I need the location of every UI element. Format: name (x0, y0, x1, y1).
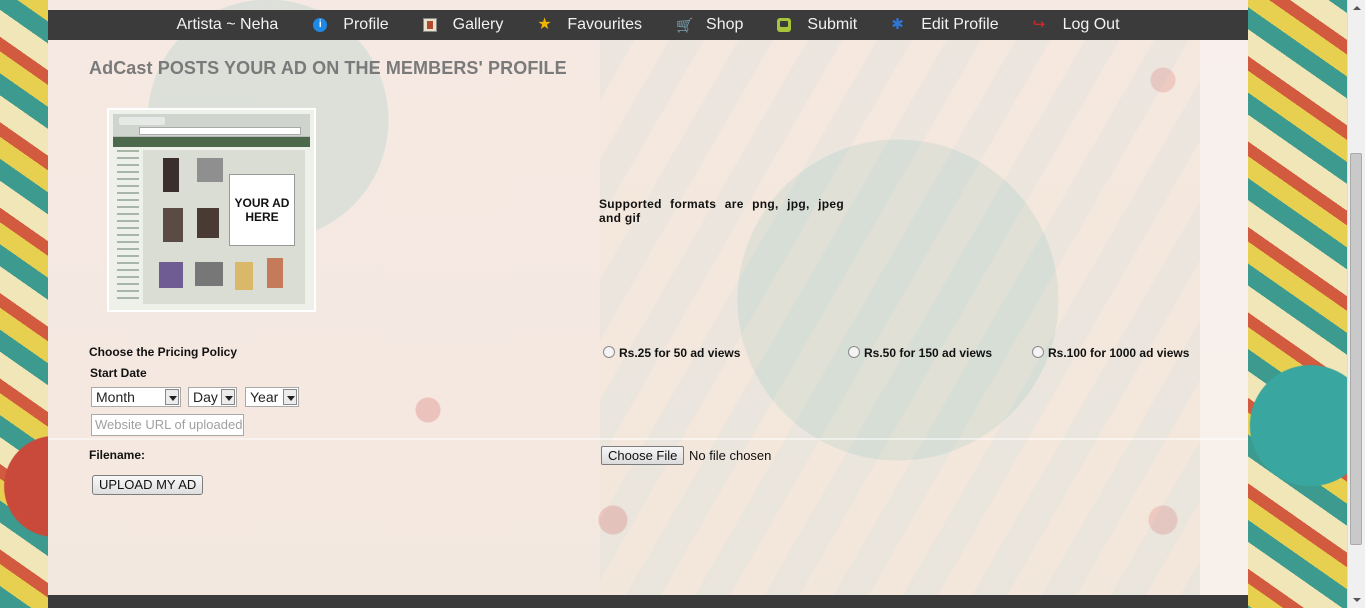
day-select-value: Day (193, 389, 218, 405)
upload-ad-button[interactable]: UPLOAD MY AD (92, 475, 204, 495)
shop-cart-icon: 🛒 (676, 17, 694, 33)
radio-button[interactable] (603, 345, 615, 358)
pricing-option-25[interactable]: Rs.25 for 50 ad views (603, 345, 741, 360)
artwork-thumbnail (159, 262, 183, 288)
browser-url-graphic (139, 127, 301, 135)
gear-icon: ✱ (891, 16, 904, 33)
pricing-option-50[interactable]: Rs.50 for 150 ad views (848, 345, 993, 360)
pricing-option-label: Rs.100 for 1000 ad views (1048, 346, 1190, 360)
year-select[interactable]: Year (245, 387, 299, 407)
artwork-thumbnail (267, 258, 283, 288)
nav-item-label: Submit (807, 16, 858, 33)
day-select[interactable]: Day (188, 387, 237, 407)
pricing-option-label: Rs.50 for 150 ad views (864, 346, 993, 360)
pricing-policy-label: Choose the Pricing Policy (89, 345, 238, 359)
nav-item-favourites[interactable]: ★ Favourites (520, 16, 659, 34)
radio-button[interactable] (1032, 345, 1044, 358)
chevron-down-icon[interactable] (165, 389, 179, 405)
artwork-thumbnail (197, 208, 219, 238)
month-select[interactable]: Month (91, 387, 181, 407)
nav-item-submit[interactable]: Submit (760, 16, 874, 34)
pricing-option-label: Rs.25 for 50 ad views (619, 346, 741, 360)
footer-bar (48, 595, 1248, 608)
chevron-down-icon[interactable] (221, 389, 235, 405)
browser-bar-graphic (113, 114, 310, 137)
nav-item-label: Log Out (1062, 16, 1120, 33)
nav-item-profile[interactable]: i Profile (296, 16, 405, 34)
ad-preview-image: YOUR AD HERE (109, 110, 314, 310)
nav-item-label: Profile (343, 16, 389, 33)
website-url-input[interactable]: Website URL of uploaded (91, 414, 244, 436)
supported-formats-note: Supported formats are png, jpg, jpeg and… (599, 197, 844, 225)
section-divider (48, 438, 1248, 440)
artwork-thumbnail (235, 262, 253, 290)
artwork-thumbnail (197, 158, 223, 182)
start-date-label: Start Date (90, 366, 147, 380)
choose-file-button[interactable]: Choose File (601, 446, 685, 465)
filename-label: Filename: (89, 448, 146, 462)
nav-item-gallery[interactable]: Gallery (406, 16, 521, 34)
nav-item-label: Shop (706, 16, 744, 33)
nav-item-label: Favourites (567, 16, 643, 33)
ad-placeholder-box: YOUR AD HERE (229, 174, 295, 246)
artwork-thumbnail (163, 158, 179, 192)
year-select-value: Year (250, 389, 279, 405)
info-icon: i (313, 18, 328, 32)
site-header-graphic (113, 137, 310, 147)
pricing-option-100[interactable]: Rs.100 for 1000 ad views (1032, 345, 1190, 360)
top-navbar: Artista ~ Neha i Profile Gallery ★ Favou… (48, 10, 1248, 40)
star-icon: ★ (537, 16, 552, 33)
submit-icon (777, 18, 792, 32)
scroll-down-arrow-icon[interactable] (1348, 591, 1365, 608)
radio-button[interactable] (848, 345, 860, 358)
logout-icon: ↪ (1032, 16, 1046, 33)
nav-item-shop[interactable]: 🛒 Shop (659, 16, 760, 34)
site-content-graphic: YOUR AD HERE (143, 150, 305, 304)
chevron-down-icon[interactable] (283, 389, 297, 405)
artwork-thumbnail (163, 208, 183, 242)
browser-tab-graphic (119, 117, 165, 125)
nav-item-log-out[interactable]: ↪ Log Out (1016, 16, 1137, 34)
nav-item-label: Gallery (452, 16, 504, 33)
nav-item-label: Edit Profile (921, 16, 999, 33)
file-status-text: No file chosen (689, 448, 772, 463)
scroll-up-arrow-icon[interactable] (1348, 0, 1365, 17)
gallery-icon (422, 18, 437, 32)
month-select-value: Month (96, 389, 135, 405)
vertical-scrollbar[interactable] (1347, 0, 1365, 608)
nav-brand[interactable]: Artista ~ Neha (159, 16, 296, 34)
nav-brand-label: Artista ~ Neha (176, 16, 279, 33)
page-title: AdCast POSTS YOUR AD ON THE MEMBERS' PRO… (89, 58, 567, 78)
site-sidebar-graphic (117, 150, 139, 300)
scroll-thumb[interactable] (1350, 153, 1362, 545)
nav-item-edit-profile[interactable]: ✱ Edit Profile (874, 16, 1015, 34)
artwork-thumbnail (195, 262, 223, 286)
